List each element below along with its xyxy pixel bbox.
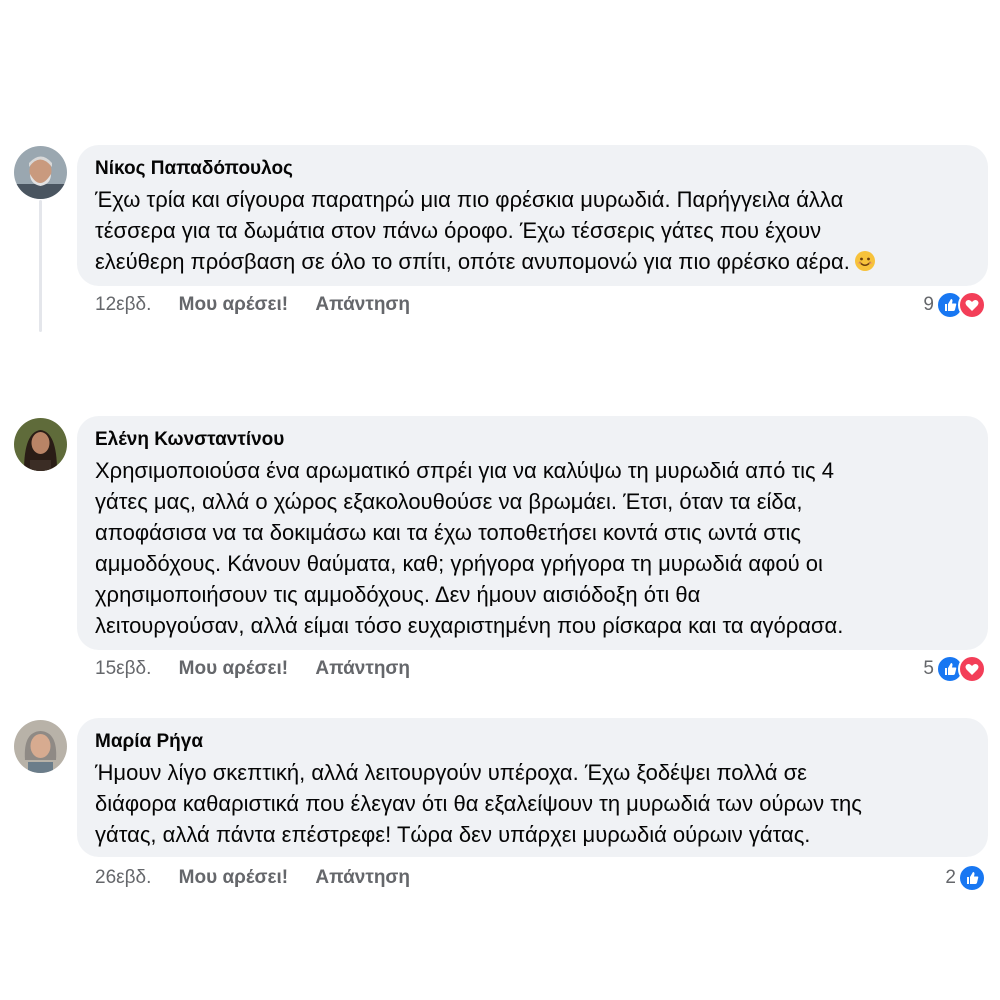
comment-line: Ήμουν λίγο σκεπτική, αλλά λειτουργούν υπ… (95, 760, 807, 785)
like-button[interactable]: Μου αρέσει! (179, 867, 288, 888)
comment-line: γάτες μας, αλλά ο χώρος εξακολουθούσε να… (95, 489, 803, 514)
comment-timestamp[interactable]: 26εβδ. (95, 867, 151, 888)
comment-line: ελεύθερη πρόσβαση σε όλο το σπίτι, οπότε… (95, 249, 850, 274)
comment-line: γάτας, αλλά πάντα επέστρεφε! Τώρα δεν υπ… (95, 822, 811, 847)
comment-line: τέσσερα για τα δωμάτια στον πάνω όροφο. … (95, 218, 822, 243)
comment-line: αποφάσισα να τα δοκιμάσω και τα έχω τοπο… (95, 520, 802, 545)
reply-button[interactable]: Απάντηση (315, 658, 410, 679)
comment-line: Έχω τρία και σίγουρα παρατηρώ μια πιο φρ… (95, 187, 844, 212)
reactions-summary[interactable]: 2 (945, 863, 986, 893)
like-button[interactable]: Μου αρέσει! (179, 294, 288, 315)
comment-bubble: Νίκος Παπαδόπουλος Έχω τρία και σίγουρα … (77, 145, 988, 286)
reactions-summary[interactable]: 9 (923, 290, 986, 320)
comment-actions: 26εβδ. Μου αρέσει! Απάντηση (95, 865, 432, 891)
reply-button[interactable]: Απάντηση (315, 294, 410, 315)
comment-line: αμμοδόχους. Κάνουν θαύματα, καθ; γρήγορα… (95, 551, 823, 576)
comment-author[interactable]: Ελένη Κωνσταντίνου (95, 429, 968, 451)
comment-text: Ήμουν λίγο σκεπτική, αλλά λειτουργούν υπ… (95, 757, 968, 850)
comment-timestamp[interactable]: 12εβδ. (95, 294, 151, 315)
like-reaction-icon (958, 864, 986, 892)
comment-text: Έχω τρία και σίγουρα παρατηρώ μια πιο φρ… (95, 184, 968, 277)
reaction-count: 5 (923, 658, 934, 679)
comment-timestamp[interactable]: 15εβδ. (95, 658, 151, 679)
comment-bubble: Ελένη Κωνσταντίνου Χρησιμοποιούσα ένα αρ… (77, 416, 988, 650)
smiling-face-emoji-icon (854, 249, 876, 271)
thread-line (39, 200, 42, 332)
comment-line: διάφορα καθαριστικά που έλεγαν ότι θα εξ… (95, 791, 862, 816)
like-button[interactable]: Μου αρέσει! (179, 658, 288, 679)
avatar[interactable] (14, 418, 67, 471)
reaction-count: 2 (945, 867, 956, 888)
love-reaction-icon (958, 291, 986, 319)
reaction-count: 9 (923, 294, 934, 315)
reactions-summary[interactable]: 5 (923, 654, 986, 684)
comment-line: χρησιμοποιήσουν τις αμμοδόχους. Δεν ήμου… (95, 582, 701, 607)
comment-author[interactable]: Μαρία Ρήγα (95, 731, 968, 753)
comment-line: λειτουργούσαν, αλλά είμαι τόσο ευχαριστη… (95, 613, 844, 638)
comment-actions: 15εβδ. Μου αρέσει! Απάντηση (95, 656, 432, 682)
comment-line: Χρησιμοποιούσα ένα αρωματικό σπρέι για ν… (95, 458, 834, 483)
comment-author[interactable]: Νίκος Παπαδόπουλος (95, 158, 968, 180)
avatar[interactable] (14, 146, 67, 199)
reply-button[interactable]: Απάντηση (315, 867, 410, 888)
avatar[interactable] (14, 720, 67, 773)
love-reaction-icon (958, 655, 986, 683)
comment-bubble: Μαρία Ρήγα Ήμουν λίγο σκεπτική, αλλά λει… (77, 718, 988, 857)
comment-actions: 12εβδ. Μου αρέσει! Απάντηση (95, 292, 432, 318)
comment-text: Χρησιμοποιούσα ένα αρωματικό σπρέι για ν… (95, 455, 968, 641)
